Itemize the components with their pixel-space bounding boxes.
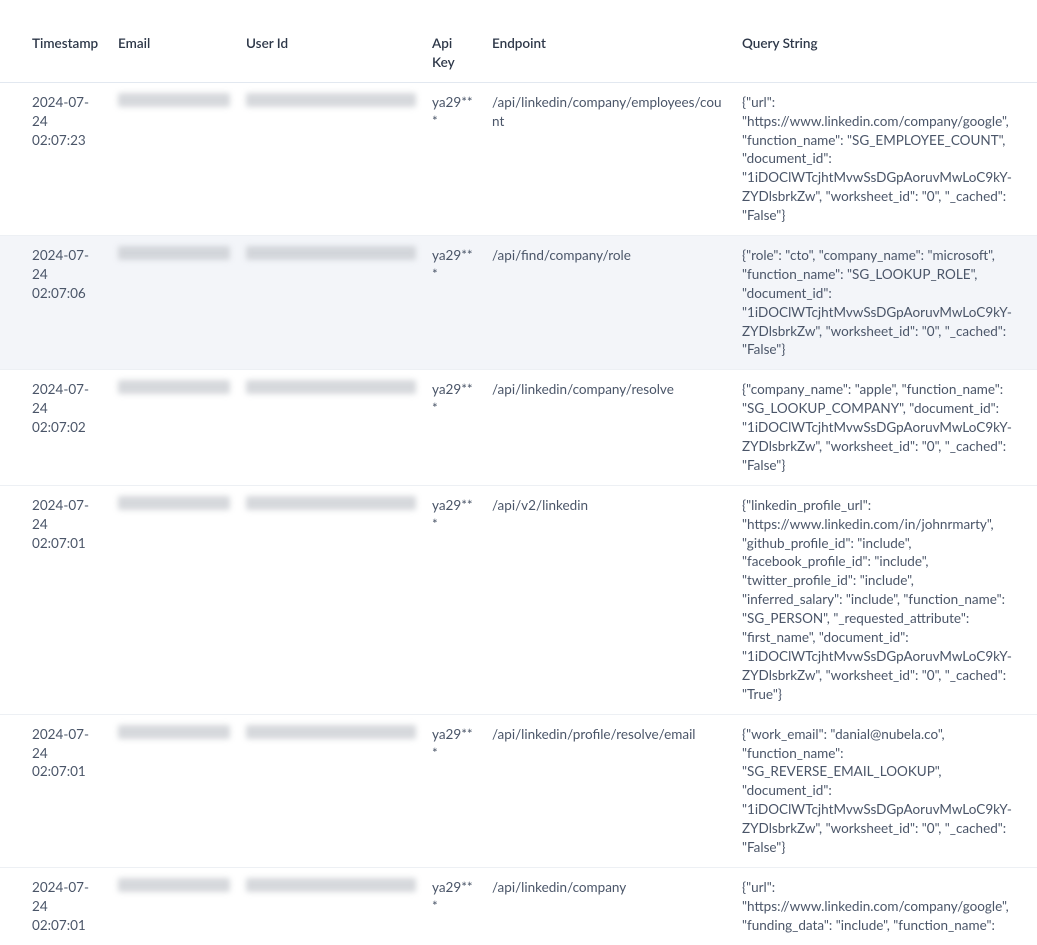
cell-api-key: ya29*** <box>424 485 484 714</box>
cell-endpoint: /api/linkedin/company/employees/count <box>484 82 734 235</box>
cell-endpoint: /api/linkedin/profile/resolve/email <box>484 714 734 867</box>
cell-trail <box>1021 867 1037 944</box>
cell-user-id <box>238 485 424 714</box>
cell-query-string: {"role": "cto", "company_name": "microso… <box>734 236 1021 370</box>
cell-endpoint: /api/v2/linkedin <box>484 485 734 714</box>
api-log-table: Timestamp Email User Id Api Key Endpoint… <box>0 0 1037 945</box>
cell-lead <box>0 714 24 867</box>
cell-timestamp: 2024-07-24 02:07:01 <box>24 485 110 714</box>
redacted-user-id <box>246 93 416 107</box>
table-header-row: Timestamp Email User Id Api Key Endpoint… <box>0 0 1037 82</box>
table-row[interactable]: 2024-07-24 02:07:02 ya29***/api/linkedin/… <box>0 370 1037 485</box>
cell-lead <box>0 485 24 714</box>
cell-email <box>110 236 238 370</box>
col-header-lead <box>0 0 24 82</box>
cell-query-string: {"company_name": "apple", "function_name… <box>734 370 1021 485</box>
cell-api-key: ya29*** <box>424 867 484 944</box>
cell-api-key: ya29*** <box>424 370 484 485</box>
cell-trail <box>1021 236 1037 370</box>
cell-email <box>110 82 238 235</box>
cell-user-id <box>238 714 424 867</box>
cell-user-id <box>238 867 424 944</box>
cell-timestamp: 2024-07-24 02:07:06 <box>24 236 110 370</box>
cell-api-key: ya29*** <box>424 236 484 370</box>
redacted-user-id <box>246 878 416 892</box>
redacted-email <box>118 380 230 394</box>
redacted-user-id <box>246 725 416 739</box>
redacted-email <box>118 878 230 892</box>
col-header-api-key[interactable]: Api Key <box>424 0 484 82</box>
cell-email <box>110 370 238 485</box>
cell-api-key: ya29*** <box>424 714 484 867</box>
cell-trail <box>1021 485 1037 714</box>
redacted-email <box>118 725 230 739</box>
redacted-user-id <box>246 380 416 394</box>
cell-timestamp: 2024-07-24 02:07:23 <box>24 82 110 235</box>
table-row[interactable]: 2024-07-24 02:07:23 ya29***/api/linkedin/… <box>0 82 1037 235</box>
table-row[interactable]: 2024-07-24 02:07:01 ya29***/api/linkedin/… <box>0 867 1037 944</box>
col-header-email[interactable]: Email <box>110 0 238 82</box>
col-header-endpoint[interactable]: Endpoint <box>484 0 734 82</box>
table-row[interactable]: 2024-07-24 02:07:01 ya29***/api/v2/linked… <box>0 485 1037 714</box>
cell-query-string: {"url": "https://www.linkedin.com/compan… <box>734 867 1021 944</box>
cell-endpoint: /api/linkedin/company <box>484 867 734 944</box>
cell-lead <box>0 370 24 485</box>
col-header-user-id[interactable]: User Id <box>238 0 424 82</box>
cell-query-string: {"work_email": "danial@nubela.co", "func… <box>734 714 1021 867</box>
cell-lead <box>0 236 24 370</box>
cell-lead <box>0 867 24 944</box>
redacted-email <box>118 246 230 260</box>
cell-api-key: ya29*** <box>424 82 484 235</box>
col-header-trail <box>1021 0 1037 82</box>
cell-timestamp: 2024-07-24 02:07:01 <box>24 714 110 867</box>
table-row[interactable]: 2024-07-24 02:07:06 ya29***/api/find/comp… <box>0 236 1037 370</box>
cell-query-string: {"linkedin_profile_url": "https://www.li… <box>734 485 1021 714</box>
cell-trail <box>1021 82 1037 235</box>
cell-lead <box>0 82 24 235</box>
cell-user-id <box>238 82 424 235</box>
redacted-email <box>118 93 230 107</box>
cell-timestamp: 2024-07-24 02:07:02 <box>24 370 110 485</box>
cell-user-id <box>238 370 424 485</box>
cell-email <box>110 867 238 944</box>
cell-trail <box>1021 714 1037 867</box>
cell-query-string: {"url": "https://www.linkedin.com/compan… <box>734 82 1021 235</box>
cell-endpoint: /api/find/company/role <box>484 236 734 370</box>
redacted-user-id <box>246 496 416 510</box>
table-row[interactable]: 2024-07-24 02:07:01 ya29***/api/linkedin/… <box>0 714 1037 867</box>
api-log-table-wrap: Timestamp Email User Id Api Key Endpoint… <box>0 0 1037 945</box>
col-header-timestamp[interactable]: Timestamp <box>24 0 110 82</box>
redacted-email <box>118 496 230 510</box>
cell-user-id <box>238 236 424 370</box>
col-header-query-string[interactable]: Query String <box>734 0 1021 82</box>
cell-timestamp: 2024-07-24 02:07:01 <box>24 867 110 944</box>
cell-email <box>110 485 238 714</box>
cell-email <box>110 714 238 867</box>
cell-trail <box>1021 370 1037 485</box>
cell-endpoint: /api/linkedin/company/resolve <box>484 370 734 485</box>
redacted-user-id <box>246 246 416 260</box>
